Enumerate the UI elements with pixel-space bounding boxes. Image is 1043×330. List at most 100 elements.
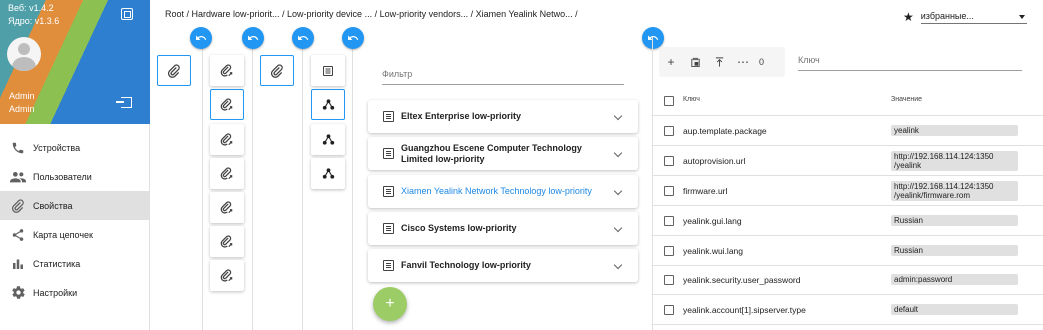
vendor-item[interactable]: Fanvil Technology low-priority [368,249,638,282]
paperclip-arrow-icon [220,200,233,214]
undo-button[interactable] [342,27,364,49]
move-top-icon[interactable] [707,47,731,77]
vendor-item-selected[interactable]: Xiamen Yealink Network Technology low-pr… [368,175,638,208]
table-row[interactable]: yealink.wui.lang Russian [653,236,1043,266]
table-row[interactable]: firmware.url http://192.168.114.124:1350… [653,176,1043,206]
chevron-down-icon [1018,14,1025,19]
tree-node-attach[interactable] [210,158,244,189]
column-value[interactable]: Значение [891,96,922,103]
sidebar-item-properties[interactable]: Свойства [0,191,150,220]
select-all-checkbox[interactable] [664,96,674,106]
chevron-down-icon[interactable] [613,223,623,233]
sidebar-item-label: Настройки [33,287,78,298]
favorites-dropdown[interactable]: избранные... [920,11,1027,24]
tree-node-attach[interactable] [210,89,244,120]
column-key[interactable]: Ключ [683,96,700,103]
vendor-item[interactable]: Eltex Enterprise low-priority [368,100,638,133]
tree-node-hub[interactable] [311,89,345,120]
property-value[interactable]: Russian [891,245,1018,256]
property-key: yealink.wui.lang [683,246,744,256]
list-icon [323,65,333,76]
property-value[interactable]: http://192.168.114.124:1350 /yealink/fir… [891,181,1018,201]
tree-node-paperclip[interactable] [157,55,191,86]
undo-button[interactable] [292,27,314,49]
property-value[interactable]: http://192.168.114.124:1350 /yealink [891,151,1018,171]
row-checkbox[interactable] [664,126,674,136]
list-icon [383,260,394,271]
table-row[interactable]: yealink.account[1].sipserver.type defaul… [653,295,1043,325]
bar-chart-icon [10,257,26,271]
chevron-down-icon[interactable] [613,111,623,121]
sidebar-item-label: Устройства [33,142,81,153]
more-icon[interactable]: ⋯ [731,47,755,77]
paperclip-arrow-icon [220,166,233,180]
tree-node-attach[interactable] [210,226,244,257]
key-search-input[interactable]: Ключ [798,53,1022,71]
property-value[interactable]: Russian [891,215,1018,226]
list-icon [383,223,394,234]
tree-node-paperclip[interactable] [260,55,294,86]
filter-input[interactable]: Фильтр [382,66,624,85]
sidebar-item-chain-map[interactable]: Карта цепочек [0,220,150,249]
vendor-label: Cisco Systems low-priority [401,223,517,233]
property-value[interactable]: yealink [891,125,1018,136]
apps-icon[interactable] [121,8,133,20]
row-checkbox[interactable] [664,246,674,256]
column-divider [352,37,353,330]
properties-toolbar: + ⋯ 0 [659,47,785,77]
property-key: yealink.security.user_password [683,275,801,285]
row-checkbox[interactable] [664,186,674,196]
property-value[interactable]: admin:password [891,274,1018,285]
paperclip-arrow-icon [220,234,233,248]
profile-banner: Веб: v1.4.2 Ядро: v1.3.6 Admin Admin [0,0,150,124]
paperclip-arrow-icon [220,97,233,111]
undo-button[interactable] [190,27,212,49]
vendor-label: Fanvil Technology low-priority [401,260,531,270]
paste-icon[interactable] [683,47,707,77]
vendor-label: Xiamen Yealink Network Technology low-pr… [401,186,592,196]
undo-icon [196,35,207,40]
tree-node-attach[interactable] [210,55,244,86]
undo-icon [648,35,659,40]
vendor-item[interactable]: Cisco Systems low-priority [368,212,638,245]
chevron-down-icon[interactable] [613,186,623,196]
sidebar-item-devices[interactable]: Устройства [0,133,150,162]
sidebar-menu: Устройства Пользователи Свойства Карта ц… [0,133,150,307]
sidebar-item-settings[interactable]: Настройки [0,278,150,307]
table-row[interactable]: yealink.gui.lang Russian [653,206,1043,236]
add-vendor-button[interactable]: + [373,287,407,321]
chevron-down-icon[interactable] [613,148,623,158]
favorites-select[interactable]: ★ избранные... [903,10,1027,24]
undo-button[interactable] [242,27,264,49]
vendor-item[interactable]: Guangzhou Escene Computer Technology Lim… [368,137,638,170]
table-row[interactable]: aup.template.package yealink [653,116,1043,146]
list-icon [383,111,394,122]
sidebar-item-statistics[interactable]: Статистика [0,249,150,278]
tree-node-hub[interactable] [311,124,345,155]
column-divider [202,37,203,330]
row-checkbox[interactable] [664,305,674,315]
tree-node-attach[interactable] [210,260,244,291]
paperclip-arrow-icon [220,63,233,77]
undo-icon [348,35,359,40]
row-checkbox[interactable] [664,156,674,166]
logout-icon[interactable] [116,97,132,108]
row-checkbox[interactable] [664,216,674,226]
row-checkbox[interactable] [664,275,674,285]
tree-node-hub[interactable] [311,158,345,189]
tree-node-attach[interactable] [210,124,244,155]
breadcrumb[interactable]: Root / Hardware low-priorit... / Low-pri… [165,9,578,19]
sidebar-item-users[interactable]: Пользователи [0,162,150,191]
paperclip-icon [270,63,283,78]
tree-node-list[interactable] [311,55,345,86]
table-row[interactable]: autoprovision.url http://192.168.114.124… [653,146,1043,176]
property-value[interactable]: default [891,304,1018,315]
table-row[interactable]: yealink.security.user_password admin:pas… [653,265,1043,295]
hub-icon [322,99,334,110]
core-version: Ядро: v1.3.6 [8,16,60,26]
chevron-down-icon[interactable] [613,260,623,270]
list-icon [383,148,394,159]
undo-button[interactable] [642,27,664,49]
tree-node-attach[interactable] [210,192,244,223]
add-icon[interactable]: + [659,47,683,77]
